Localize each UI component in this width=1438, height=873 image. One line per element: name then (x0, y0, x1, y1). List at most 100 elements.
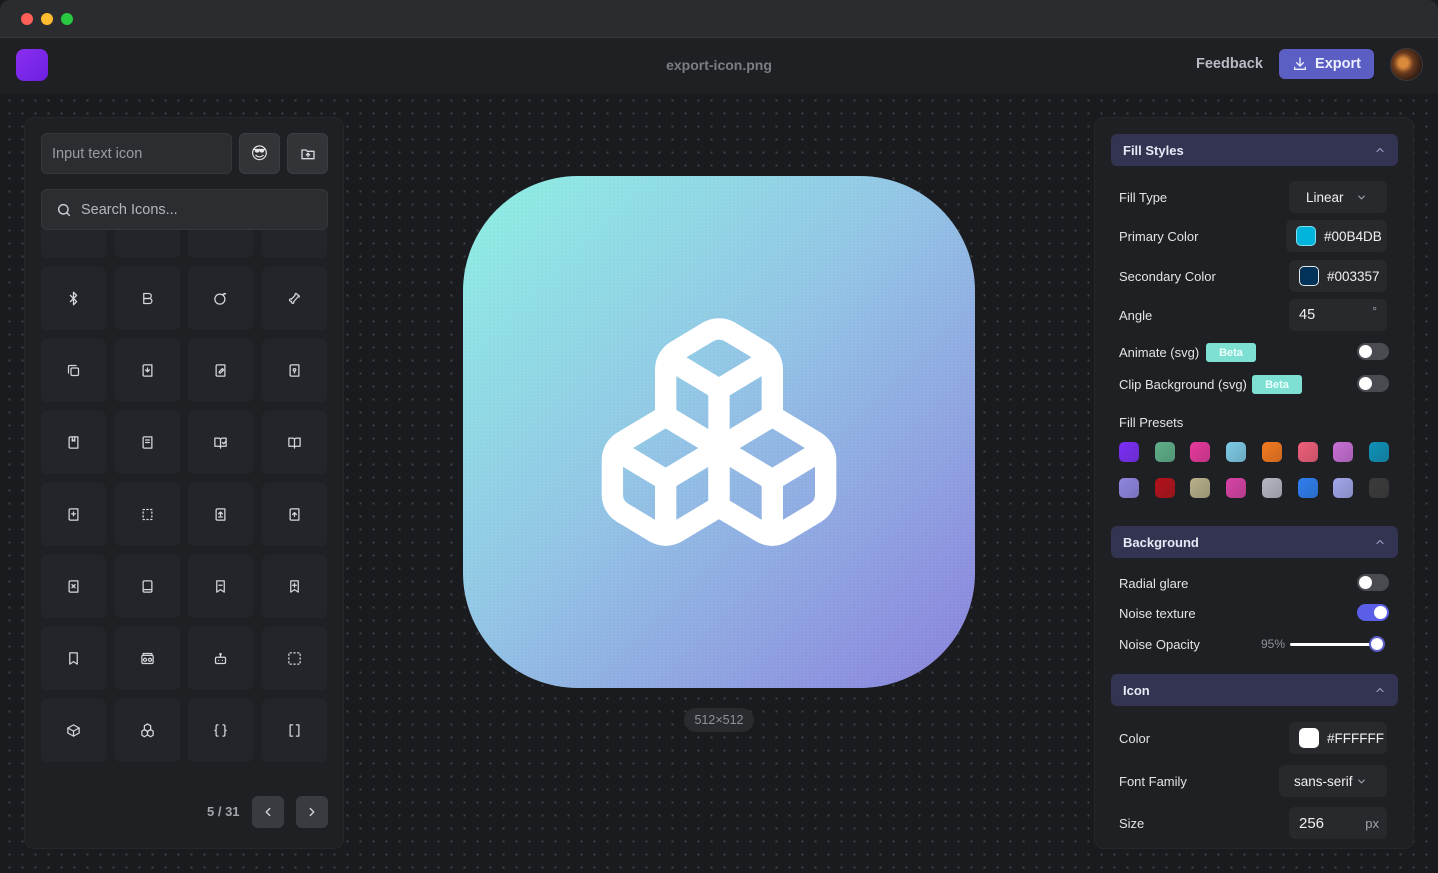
secondary-color-input[interactable]: #003357 (1289, 260, 1387, 292)
maximize-window-button[interactable] (61, 13, 73, 25)
icon-grid-cell[interactable] (41, 411, 106, 474)
upload-folder-button[interactable] (287, 133, 328, 174)
icon-grid-cell[interactable] (41, 555, 106, 618)
fill-preset-swatch[interactable] (1368, 442, 1389, 462)
icon-grid-cell[interactable] (114, 339, 180, 402)
secondary-color-swatch[interactable] (1299, 266, 1319, 286)
icon-grid-cell[interactable] (114, 699, 180, 762)
background-header[interactable]: Background (1111, 526, 1398, 558)
angle-input[interactable]: 45 ° (1289, 299, 1387, 331)
fill-preset-swatch[interactable] (1119, 442, 1139, 462)
icon-grid-cell[interactable] (188, 483, 253, 546)
icon-color-swatch[interactable] (1299, 728, 1319, 748)
primary-color-swatch[interactable] (1296, 226, 1316, 246)
icon-grid-cell[interactable] (41, 230, 106, 258)
emoji-button[interactable]: 😎 (239, 133, 280, 174)
minimize-window-button[interactable] (41, 13, 53, 25)
icon-grid-cell[interactable] (114, 627, 180, 690)
search-placeholder: Search Icons... (81, 201, 178, 218)
fill-preset-swatch[interactable] (1333, 478, 1354, 498)
user-avatar[interactable] (1390, 48, 1423, 81)
noise-opacity-slider[interactable] (1290, 643, 1380, 646)
export-label: Export (1315, 56, 1361, 72)
icon-color-input[interactable]: #FFFFFF (1289, 722, 1387, 754)
chevron-up-icon (1376, 687, 1384, 693)
icon-grid-cell[interactable] (114, 230, 180, 258)
book-icon (142, 580, 152, 593)
boombox-icon (140, 652, 154, 665)
feedback-link[interactable]: Feedback (1190, 56, 1269, 72)
icon-grid-cell[interactable] (41, 339, 106, 402)
icon-grid-cell[interactable] (41, 483, 106, 546)
box-select-icon (287, 652, 301, 665)
icon-grid-cell[interactable] (114, 555, 180, 618)
wifi-dot-icon (287, 230, 302, 234)
fill-preset-swatch[interactable] (1190, 442, 1211, 462)
icon-grid-cell[interactable] (188, 627, 253, 690)
icon-grid-cell[interactable] (188, 411, 253, 474)
icon-grid-cell[interactable] (114, 267, 180, 330)
fill-preset-swatch[interactable] (1261, 478, 1282, 498)
fill-type-select[interactable]: Linear (1289, 181, 1387, 213)
export-button[interactable]: Export (1279, 49, 1374, 79)
icon-grid-cell[interactable] (261, 339, 327, 402)
bookmark-minus-icon (216, 580, 225, 593)
primary-color-input[interactable]: #00B4DB (1286, 220, 1387, 252)
icon-section-header[interactable]: Icon (1111, 674, 1398, 706)
fill-preset-swatch[interactable] (1297, 478, 1318, 498)
book-up-arrow-icon (289, 508, 299, 521)
slider-handle[interactable] (1369, 636, 1385, 652)
noise-texture-label: Noise texture (1119, 606, 1196, 621)
fill-preset-swatch[interactable] (1154, 442, 1175, 462)
search-icon (57, 203, 71, 216)
book-x-icon (68, 580, 79, 593)
icon-size-input[interactable]: 256 px (1289, 807, 1387, 839)
fill-preset-swatch[interactable] (1119, 478, 1139, 498)
chevron-down-icon (1357, 779, 1365, 783)
icon-grid-cell[interactable] (114, 483, 180, 546)
text-icon-input[interactable]: Input text icon (41, 133, 232, 174)
icon-grid-cell[interactable] (261, 699, 327, 762)
animate-toggle[interactable] (1357, 343, 1389, 360)
fill-preset-swatch[interactable] (1333, 442, 1354, 462)
fill-styles-header[interactable]: Fill Styles (1111, 134, 1398, 166)
radial-glare-toggle[interactable] (1357, 574, 1389, 591)
download-icon (1294, 57, 1307, 70)
icon-grid-cell[interactable] (261, 267, 327, 330)
icon-grid-cell[interactable] (114, 411, 180, 474)
book-marked-icon (68, 436, 79, 449)
fill-preset-swatch[interactable] (1368, 478, 1389, 498)
fill-preset-swatch[interactable] (1297, 442, 1318, 462)
search-input[interactable]: Search Icons... (41, 189, 328, 230)
angle-value: 45 (1299, 307, 1316, 323)
icon-grid-cell[interactable] (188, 339, 253, 402)
icon-grid-cell[interactable] (41, 699, 106, 762)
icon-grid-cell[interactable] (41, 267, 106, 330)
icon-grid-cell[interactable] (261, 555, 327, 618)
noise-opacity-label: Noise Opacity (1119, 637, 1200, 652)
fill-preset-swatch[interactable] (1226, 478, 1247, 498)
prev-page-button[interactable] (252, 796, 284, 828)
icon-grid-cell[interactable] (188, 230, 253, 258)
icon-grid-cell[interactable] (261, 230, 327, 258)
font-family-label: Font Family (1119, 774, 1187, 789)
icon-size-value: 256 (1299, 814, 1325, 832)
noise-texture-toggle[interactable] (1357, 604, 1389, 621)
fill-preset-swatch[interactable] (1154, 478, 1175, 498)
icon-grid-cell[interactable] (188, 267, 253, 330)
close-window-button[interactable] (21, 13, 33, 25)
font-family-select[interactable]: sans-serif (1279, 765, 1387, 797)
clip-background-toggle[interactable] (1357, 375, 1389, 392)
icon-grid-cell[interactable] (261, 411, 327, 474)
clip-beta-badge: Beta (1252, 375, 1302, 394)
icon-grid-cell[interactable] (188, 699, 253, 762)
next-page-button[interactable] (296, 796, 328, 828)
fill-preset-swatch[interactable] (1190, 478, 1211, 498)
icon-grid-cell[interactable] (188, 555, 253, 618)
fill-preset-swatch[interactable] (1261, 442, 1282, 462)
icon-grid-cell[interactable] (261, 627, 327, 690)
icon-grid-cell[interactable] (261, 483, 327, 546)
fill-preset-swatch[interactable] (1226, 442, 1247, 462)
icon-grid-cell[interactable] (41, 627, 106, 690)
book-down-icon (142, 364, 152, 377)
